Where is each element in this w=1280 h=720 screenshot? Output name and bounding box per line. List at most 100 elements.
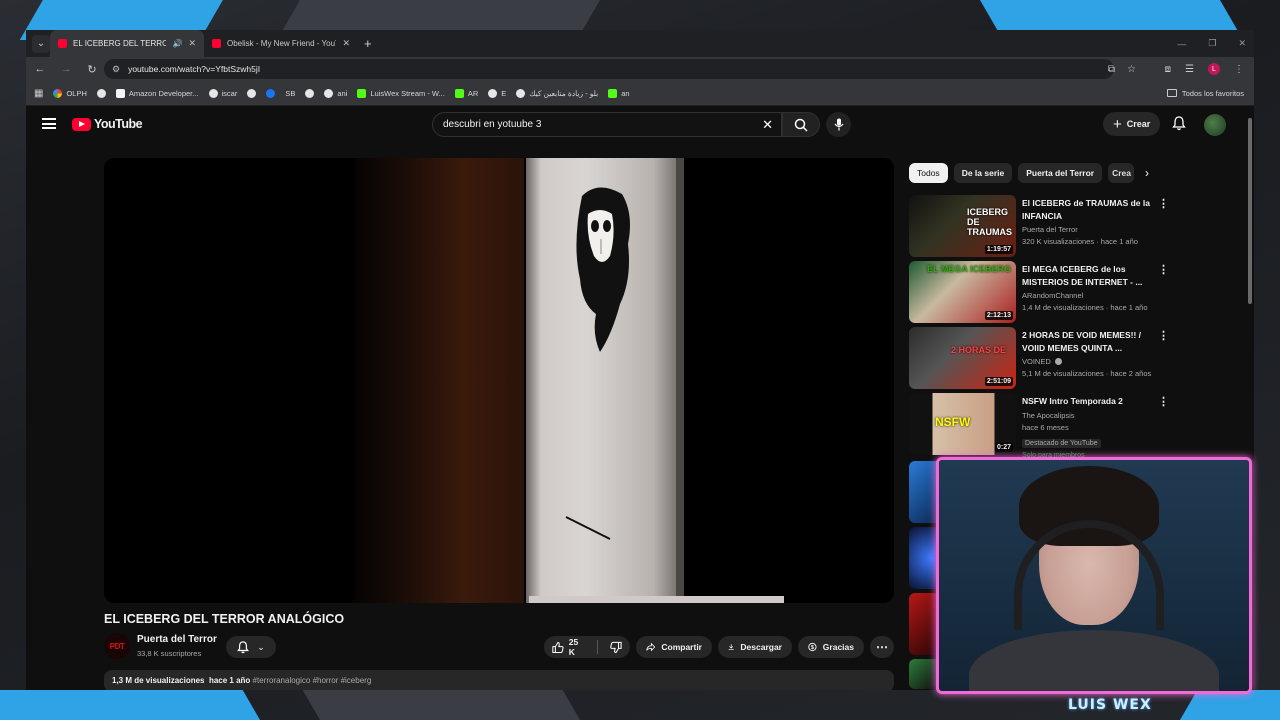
bookmark-globe-3[interactable]: [305, 88, 315, 98]
more-vertical-icon[interactable]: ⋮: [1158, 395, 1169, 408]
share-button[interactable]: Compartir: [636, 636, 712, 658]
more-vertical-icon[interactable]: ⋮: [1158, 263, 1169, 276]
tab-list-button[interactable]: ⌄: [32, 34, 50, 53]
video-thumbnail[interactable]: NSFW 0:27: [909, 393, 1016, 455]
search-value[interactable]: descubri en yotuube 3: [443, 119, 541, 130]
create-button[interactable]: + Crear: [1103, 112, 1161, 136]
channel-name[interactable]: Puerta del Terror: [137, 634, 217, 645]
user-avatar[interactable]: [1204, 114, 1226, 136]
speaker-icon[interactable]: 🔊: [172, 39, 182, 48]
voice-search-button[interactable]: [826, 112, 851, 137]
hamburger-menu-icon[interactable]: [42, 118, 56, 129]
hashtags[interactable]: #terroranalogico #horror #iceberg: [253, 676, 372, 685]
duration-badge: 2:12:13: [984, 311, 1013, 320]
bookmark-an[interactable]: an: [608, 88, 630, 98]
bookmark-olph[interactable]: OLPH: [53, 88, 87, 98]
recommendation-thumbnail-partial[interactable]: [909, 659, 937, 689]
more-vertical-icon[interactable]: ⋮: [1158, 197, 1169, 210]
download-button[interactable]: Descargar: [718, 636, 792, 658]
all-bookmarks[interactable]: Todos los favoritos: [1166, 89, 1244, 98]
chip-puerta-del-terror[interactable]: Puerta del Terror: [1018, 163, 1103, 183]
recommendation-thumbnail-partial[interactable]: [909, 527, 937, 589]
search-button[interactable]: [782, 112, 820, 137]
bookmark-facebook[interactable]: [266, 88, 276, 98]
video-thumbnail[interactable]: EL MEGA ICEBERG 2:12:13: [909, 261, 1016, 323]
search-input[interactable]: descubri en yotuube 3 ✕: [432, 112, 782, 137]
scrollbar-thumb[interactable]: [1248, 118, 1252, 304]
forward-icon[interactable]: →: [60, 63, 72, 75]
tab-obelisk[interactable]: Obelisk - My New Friend - YouTube ✕: [204, 30, 358, 57]
video-player[interactable]: [104, 158, 894, 603]
recommendation-meta: El ICEBERG de TRAUMAS de la INFANCIA Pue…: [1022, 197, 1152, 246]
youtube-icon: [58, 39, 67, 48]
filter-chips: Todos De la serie Puerta del Terror Crea: [909, 163, 1135, 183]
new-tab-button[interactable]: +: [364, 36, 372, 51]
bookmark-iscar[interactable]: iscar: [208, 88, 237, 98]
recommendation-title[interactable]: El ICEBERG de TRAUMAS de la INFANCIA: [1022, 197, 1152, 222]
description-box[interactable]: 1,3 M de visualizaciones hace 1 año #ter…: [104, 670, 894, 690]
profile-avatar[interactable]: L: [1208, 63, 1220, 75]
thanks-button[interactable]: $ Gracias: [798, 636, 864, 658]
thumbs-down-icon[interactable]: [610, 641, 622, 654]
recommendation-channel[interactable]: Puerta del Terror: [1022, 225, 1152, 234]
clear-search-icon[interactable]: ✕: [762, 117, 773, 133]
chip-de-la-serie[interactable]: De la serie: [953, 163, 1013, 183]
reading-list-icon[interactable]: ☰: [1185, 64, 1194, 75]
bookmark-ani[interactable]: ani: [324, 88, 347, 98]
install-app-icon[interactable]: ⧉: [1108, 64, 1115, 75]
bookmark-ar[interactable]: AR: [454, 88, 478, 98]
close-tab-icon[interactable]: ✕: [188, 38, 196, 49]
bookmark-globe[interactable]: [96, 88, 106, 98]
bookmark-sb[interactable]: SB: [26, 89, 295, 166]
recommendation-item[interactable]: ICEBERG DE TRAUMAS 1:19:57 El ICEBERG de…: [909, 195, 1171, 257]
extensions-icon[interactable]: ⧈: [1165, 64, 1171, 75]
video-thumbnail[interactable]: ICEBERG DE TRAUMAS 1:19:57: [909, 195, 1016, 257]
close-window-icon[interactable]: ✕: [1238, 38, 1246, 49]
channel-avatar[interactable]: PDT: [104, 633, 130, 659]
more-actions-button[interactable]: ⋯: [870, 636, 894, 658]
url-text[interactable]: youtube.com/watch?v=YfbtSzwh5jI: [128, 64, 260, 74]
recommendation-title[interactable]: El MEGA ICEBERG de los MISTERIOS DE INTE…: [1022, 263, 1152, 288]
more-vertical-icon[interactable]: ⋮: [1158, 329, 1169, 342]
notifications-button[interactable]: [1172, 116, 1186, 136]
back-icon[interactable]: ←: [34, 63, 46, 75]
chip-crea[interactable]: Crea: [1108, 163, 1135, 183]
recommendation-thumbnail-partial[interactable]: [909, 461, 937, 523]
video-thumbnail[interactable]: 2 HORAS DE 2:51:09: [909, 327, 1016, 389]
video-frame-floor: [529, 596, 784, 603]
subscribed-button[interactable]: ⌄: [226, 636, 276, 658]
tab-iceberg[interactable]: EL ICEBERG DEL TERROR ANALÓGICO 🔊 ✕: [50, 30, 204, 57]
restore-icon[interactable]: ❐: [1208, 38, 1216, 49]
like-count: 25 K: [568, 637, 579, 657]
site-info-icon[interactable]: ⚙: [112, 64, 120, 75]
bookmark-globe-2[interactable]: [247, 88, 257, 98]
globe-icon: [488, 88, 498, 98]
recommendation-meta: 2 HORAS DE VOID MEMES!! / VOIID MEMES QU…: [1022, 329, 1152, 378]
recommendation-title[interactable]: NSFW Intro Temporada 2: [1022, 395, 1152, 408]
recommendation-thumbnail-partial[interactable]: [909, 593, 937, 655]
recommendation-channel[interactable]: ARandomChannel: [1022, 291, 1152, 300]
recommendation-channel[interactable]: The Apocalipsis: [1022, 411, 1152, 420]
recommendation-item[interactable]: EL MEGA ICEBERG 2:12:13 El MEGA ICEBERG …: [909, 261, 1171, 323]
bookmark-star-icon[interactable]: ☆: [1127, 64, 1136, 75]
recommendation-item[interactable]: NSFW 0:27 NSFW Intro Temporada 2 The Apo…: [909, 393, 1171, 459]
menu-icon[interactable]: ⋮: [1234, 64, 1244, 75]
chip-todos[interactable]: Todos: [909, 163, 948, 183]
reload-icon[interactable]: ↻: [86, 63, 98, 76]
address-bar[interactable]: ⚙ youtube.com/watch?v=YfbtSzwh5jI: [104, 59, 1114, 79]
apps-icon[interactable]: ▦: [34, 88, 43, 99]
close-tab-icon[interactable]: ✕: [342, 38, 350, 49]
bookmark-arabic[interactable]: بلو - زيادة متابعين كيك: [516, 88, 598, 98]
recommendation-title[interactable]: 2 HORAS DE VOID MEMES!! / VOIID MEMES QU…: [1022, 329, 1152, 354]
bell-icon: [1172, 116, 1186, 131]
globe-icon: [208, 88, 218, 98]
bookmark-luiswex[interactable]: LuisWex Stream - W...: [357, 88, 445, 98]
minimize-icon[interactable]: —: [1177, 39, 1186, 49]
bookmark-amazon[interactable]: Amazon Developer...: [115, 88, 199, 98]
recommendation-channel[interactable]: VOINED: [1022, 357, 1152, 366]
bookmark-e[interactable]: E: [488, 88, 506, 98]
like-button[interactable]: 25 K: [552, 637, 585, 657]
chevron-right-icon[interactable]: ›: [1145, 166, 1149, 180]
youtube-logo[interactable]: YouTube: [72, 117, 143, 131]
recommendation-item[interactable]: 2 HORAS DE 2:51:09 2 HORAS DE VOID MEMES…: [909, 327, 1171, 389]
